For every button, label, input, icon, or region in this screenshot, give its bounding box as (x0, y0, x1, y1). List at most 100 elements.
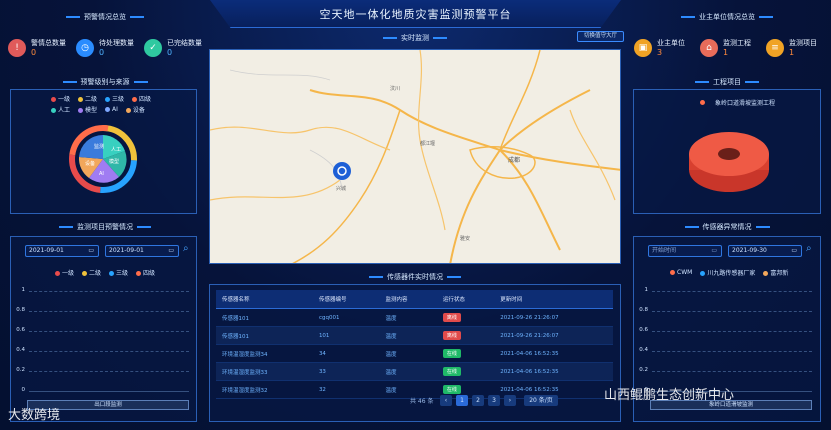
check-icon: ✓ (144, 39, 162, 57)
legend-item[interactable]: 人工 (51, 105, 70, 114)
project-title: 工程项目 (662, 77, 792, 87)
monitor-warning-panel: 2021-09-01 ▭ 2021-09-01 ▭ ⌕ 一级 二级 三级 四级 1 … (10, 236, 197, 422)
page-size-select[interactable]: 20 条/页 (524, 395, 558, 406)
monitor-warning-title: 监测项目预警情况 (40, 222, 170, 232)
alert-icon: ! (8, 39, 26, 57)
stat-label: 监测工程 (723, 39, 751, 47)
x-axis (29, 391, 189, 392)
stat-owner-units: ▣ 业主单位 3 (634, 38, 685, 58)
legend-item[interactable]: 富邦新 (763, 268, 788, 277)
stat-label: 警情总数量 (31, 39, 66, 47)
total-count: 共 46 条 (410, 398, 434, 405)
level-source-panel: 一级 二级 三级 四级 人工 模型 AI 设备 监测 人工 模型 AI 设备 (10, 89, 197, 214)
building-icon: ▣ (634, 39, 652, 57)
svg-text:模型: 模型 (109, 158, 119, 165)
search-icon[interactable]: ⌕ (806, 243, 812, 254)
column-header: 更新时间 (494, 290, 613, 309)
stat-value: 0 (167, 48, 173, 57)
stat-value: 1 (789, 48, 795, 57)
watermark-right: 山西鲲鹏生态创新中心 (604, 388, 735, 403)
stat-value: 3 (657, 48, 663, 57)
page-title: 空天地一体化地质灾害监测预警平台 (319, 8, 512, 21)
start-date-input[interactable]: 2021-09-01 ▭ (25, 245, 99, 257)
project-icon: ⌂ (700, 39, 718, 57)
status-badge: 离线 (442, 313, 461, 322)
table-row[interactable]: 传感器101 101 温度 离线 2021-09-26 21:26:07 (216, 326, 613, 345)
realtime-map[interactable]: 成都 都江堰 汶川 雅安 兴城 (209, 49, 621, 264)
legend-item[interactable]: 设备 (125, 105, 145, 114)
page-button[interactable]: 3 (488, 395, 500, 406)
legend-item[interactable]: 二级 (82, 268, 101, 277)
stat-label: 已完结数量 (167, 39, 202, 47)
warning-overview-title: 预警情况总览 (40, 12, 170, 22)
status-badge: 在线 (442, 385, 461, 394)
legend-item[interactable]: 一级 (55, 268, 74, 277)
calendar-icon: ▭ (791, 247, 797, 254)
level-legend: 一级 二级 三级 四级 (51, 94, 151, 103)
y-tick: 0.4 (639, 347, 648, 353)
legend-item[interactable]: AI (105, 106, 118, 113)
grid-line (652, 291, 812, 292)
legend-item[interactable]: 一级 (51, 94, 70, 103)
svg-text:雅安: 雅安 (460, 235, 470, 242)
page-button[interactable]: 2 (472, 395, 484, 406)
grid-line (29, 291, 189, 292)
page-button[interactable]: 1 (456, 395, 468, 406)
svg-text:人工: 人工 (111, 147, 121, 153)
svg-text:AI: AI (99, 171, 104, 177)
y-tick: 0.6 (639, 327, 648, 333)
table-row[interactable]: 环境温湿度监测34 34 温度 在线 2021-04-06 16:52:35 (216, 344, 613, 363)
status-badge: 离线 (442, 331, 461, 340)
status-badge: 在线 (442, 349, 461, 358)
stat-label: 业主单位 (657, 39, 685, 47)
legend-item[interactable]: CWM (670, 269, 692, 276)
legend-item[interactable]: 四级 (132, 94, 151, 103)
svg-text:兴城: 兴城 (336, 185, 346, 192)
column-header: 传感器编号 (312, 290, 380, 309)
switch-hall-button[interactable]: 切换值守大厅 (577, 31, 624, 42)
stat-label: 监测项目 (789, 39, 817, 47)
project-panel: 象岭口道滑坡监测工程 (633, 89, 821, 214)
svg-text:成都: 成都 (508, 156, 520, 164)
project-legend[interactable]: 象岭口道滑坡监测工程 (700, 98, 775, 107)
legend-item[interactable]: 川九路传感器厂家 (700, 268, 755, 277)
list-icon: ≡ (766, 39, 784, 57)
svg-text:汶川: 汶川 (390, 85, 400, 92)
dashboard: 空天地一体化地质灾害监测预警平台 预警情况总览 ! 警情总数量 0 ◷ 待处理数量… (0, 0, 831, 430)
table-row[interactable]: 环境温湿度监测33 33 温度 在线 2021-04-06 16:52:35 (216, 362, 613, 381)
y-tick: 0.2 (16, 367, 25, 373)
level-source-donut: 监测 人工 模型 AI 设备 (69, 125, 137, 193)
end-date-input[interactable]: 2021-09-30 ▭ (728, 245, 802, 257)
calendar-icon: ▭ (88, 247, 94, 254)
map-roads: 成都 都江堰 汶川 雅安 兴城 (210, 50, 620, 263)
y-tick: 0 (21, 387, 26, 393)
start-time-input[interactable]: 开始时间 ▭ (648, 245, 722, 257)
stat-label: 待处理数量 (99, 39, 134, 47)
status-badge: 在线 (442, 367, 461, 376)
level-source-title: 预警级别与来源 (40, 77, 170, 87)
stat-monitor-projects: ⌂ 监测工程 1 (700, 38, 751, 58)
legend-item[interactable]: 模型 (78, 105, 97, 114)
watermark-left: 大数跨境 (8, 408, 61, 423)
legend-item[interactable]: 二级 (78, 94, 97, 103)
search-icon[interactable]: ⌕ (183, 243, 189, 254)
stat-value: 1 (723, 48, 729, 57)
prev-page-button[interactable]: ‹ (440, 395, 452, 406)
y-tick: 1 (644, 287, 649, 293)
stat-value: 0 (31, 48, 37, 57)
anomaly-legend: CWM 川九路传感器厂家 富邦新 (670, 268, 788, 277)
y-tick: 0.6 (16, 327, 25, 333)
legend-item[interactable]: 三级 (109, 268, 128, 277)
stat-value: 0 (99, 48, 105, 57)
svg-text:都江堰: 都江堰 (420, 140, 435, 147)
owner-overview-title: 业主单位情况总览 (662, 12, 792, 22)
end-date-input[interactable]: 2021-09-01 ▭ (105, 245, 179, 257)
calendar-icon: ▭ (711, 247, 717, 254)
project-donut-3d (689, 132, 769, 192)
legend-item[interactable]: 三级 (105, 94, 124, 103)
next-page-button[interactable]: › (504, 395, 516, 406)
legend-item[interactable]: 四级 (136, 268, 155, 277)
sensor-realtime-title: 传感器件实时情况 (330, 272, 500, 282)
table-row[interactable]: 传感器101 cgq001 温度 离线 2021-09-26 21:26:07 (216, 308, 613, 327)
stat-alert-total: ! 警情总数量 0 (8, 38, 66, 58)
